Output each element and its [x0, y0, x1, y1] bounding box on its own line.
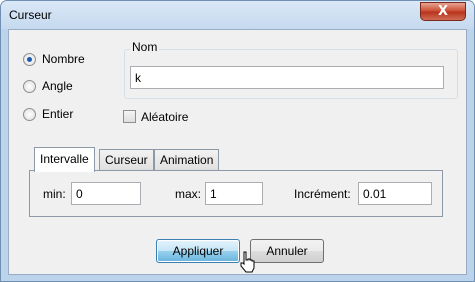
min-input[interactable]: [71, 182, 141, 205]
radio-nombre-button[interactable]: [23, 52, 36, 66]
cancel-button-label: Annuler: [266, 244, 308, 258]
close-button[interactable]: X: [420, 2, 466, 21]
tab-animation-label: Animation: [160, 153, 214, 167]
tab-panel-intervalle: min: max: Incrément:: [29, 170, 443, 217]
tab-curseur[interactable]: Curseur: [99, 149, 154, 170]
aleatoire-label: Aléatoire: [141, 110, 189, 124]
dialog-window: Curseur X Nombre Angle Entier Nom Aléato…: [0, 0, 475, 282]
dialog-body: Nombre Angle Entier Nom Aléatoire Interv…: [8, 29, 467, 275]
increment-label: Incrément:: [294, 187, 351, 201]
radio-entier-label: Entier: [42, 107, 74, 121]
close-icon: X: [437, 4, 449, 19]
radio-option-entier[interactable]: Entier: [23, 107, 73, 121]
radio-option-nombre[interactable]: Nombre: [23, 52, 85, 66]
max-label: max:: [175, 187, 202, 201]
title-bar[interactable]: Curseur X: [1, 1, 474, 29]
max-input[interactable]: [205, 182, 263, 205]
apply-button-label: Appliquer: [172, 244, 224, 258]
tab-intervalle[interactable]: Intervalle: [34, 147, 95, 172]
window-title: Curseur: [9, 8, 52, 22]
aleatoire-checkbox[interactable]: [123, 110, 136, 123]
radio-angle-button[interactable]: [23, 79, 36, 93]
cancel-button[interactable]: Annuler: [250, 239, 324, 263]
apply-button[interactable]: Appliquer: [156, 239, 240, 263]
min-label: min:: [43, 187, 66, 201]
mouse-pointer-icon: [240, 251, 255, 273]
nom-input[interactable]: [130, 66, 444, 89]
tab-curseur-label: Curseur: [105, 153, 148, 167]
radio-entier-button[interactable]: [23, 107, 36, 121]
radio-angle-label: Angle: [42, 79, 73, 93]
increment-input[interactable]: [358, 182, 432, 205]
tab-intervalle-label: Intervalle: [40, 152, 89, 166]
nom-label: Nom: [130, 40, 160, 54]
tab-animation[interactable]: Animation: [154, 149, 220, 170]
radio-option-angle[interactable]: Angle: [23, 79, 73, 93]
radio-nombre-label: Nombre: [42, 52, 85, 66]
